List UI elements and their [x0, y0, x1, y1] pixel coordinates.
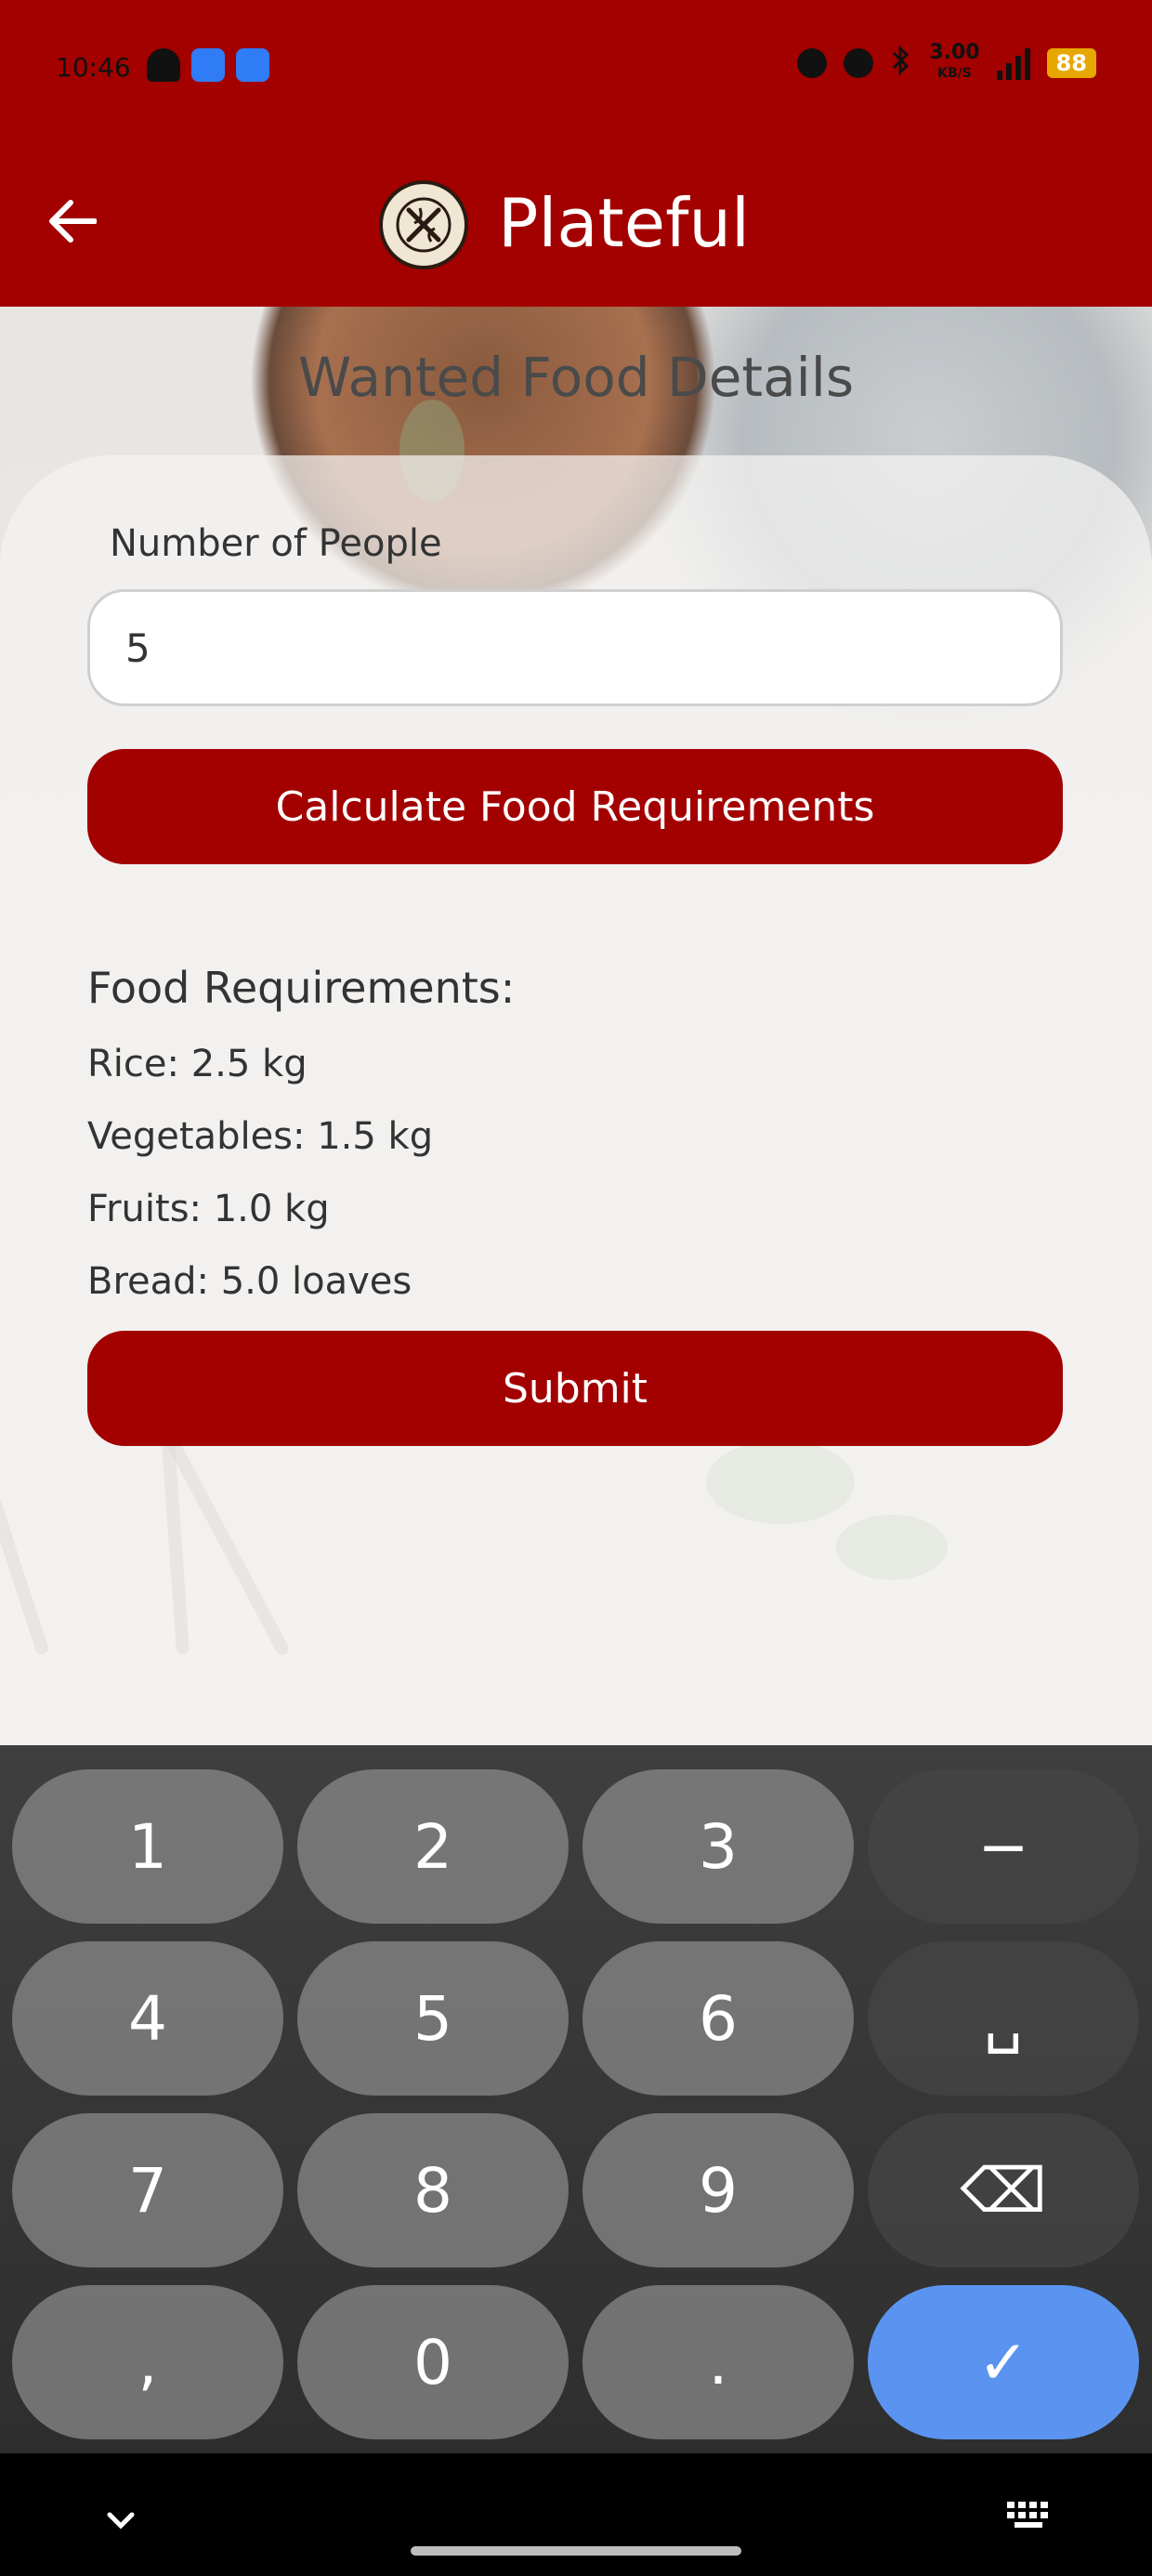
hide-keyboard-icon[interactable]: [98, 2502, 143, 2539]
status-time: 10:46: [56, 52, 131, 83]
key-backspace[interactable]: ⌫: [868, 2113, 1139, 2267]
key-6[interactable]: 6: [583, 1941, 854, 2096]
status-icons: 3.00 KB/S 88: [797, 43, 1096, 84]
mute-icon: [844, 48, 874, 78]
app-bar: Plateful: [0, 139, 1152, 307]
status-bar: 10:46 3.00 KB/S 88: [0, 0, 1152, 139]
people-input[interactable]: 5: [87, 589, 1063, 706]
key-1[interactable]: 1: [12, 1769, 283, 1924]
page-title: Wanted Food Details: [297, 346, 855, 409]
calculate-button[interactable]: Calculate Food Requirements: [87, 749, 1063, 864]
key-done[interactable]: ✓: [868, 2285, 1139, 2439]
key-0[interactable]: 0: [297, 2285, 569, 2439]
people-input-value: 5: [125, 624, 151, 671]
home-handle[interactable]: [411, 2546, 741, 2556]
submit-button[interactable]: Submit: [87, 1331, 1063, 1446]
navigation-bar: [0, 2453, 1152, 2576]
requirement-bread: Bread: 5.0 loaves: [87, 1260, 412, 1303]
app-notification-icon: [191, 48, 225, 82]
key-minus[interactable]: −: [868, 1769, 1139, 1924]
requirement-rice: Rice: 2.5 kg: [87, 1043, 308, 1085]
key-period[interactable]: .: [583, 2285, 854, 2439]
requirement-fruits: Fruits: 1.0 kg: [87, 1188, 330, 1230]
network-speed-unit: KB/S: [937, 66, 972, 81]
network-speed: 3.00 KB/S: [929, 43, 979, 84]
requirements-title: Food Requirements:: [87, 963, 516, 1013]
fork-spoon-icon: [396, 197, 452, 253]
key-2[interactable]: 2: [297, 1769, 569, 1924]
key-7[interactable]: 7: [12, 2113, 283, 2267]
key-comma[interactable]: ,: [12, 2285, 283, 2439]
app-title: Plateful: [498, 184, 751, 262]
key-8[interactable]: 8: [297, 2113, 569, 2267]
key-4[interactable]: 4: [12, 1941, 283, 2096]
key-space[interactable]: ␣: [868, 1941, 1139, 2096]
app-logo: [379, 180, 468, 269]
snapchat-icon: [147, 48, 180, 82]
people-field-label: Number of People: [110, 522, 442, 565]
back-button[interactable]: [37, 186, 108, 256]
numeric-keyboard: 1 2 3 − 4 5 6 ␣ 7 8 9 ⌫ , 0 . ✓: [0, 1745, 1152, 2453]
signal-icon: [996, 46, 1030, 80]
network-speed-value: 3.00: [929, 41, 980, 64]
key-3[interactable]: 3: [583, 1769, 854, 1924]
key-9[interactable]: 9: [583, 2113, 854, 2267]
battery-indicator: 88: [1046, 48, 1096, 78]
key-5[interactable]: 5: [297, 1941, 569, 2096]
bluetooth-icon: [890, 44, 912, 83]
requirement-vegetables: Vegetables: 1.5 kg: [87, 1115, 434, 1158]
back-arrow-icon: [49, 200, 97, 243]
alarm-icon: [797, 48, 828, 78]
app-notification-icon: [236, 48, 269, 82]
keyboard-switch-icon[interactable]: [1005, 2498, 1055, 2531]
